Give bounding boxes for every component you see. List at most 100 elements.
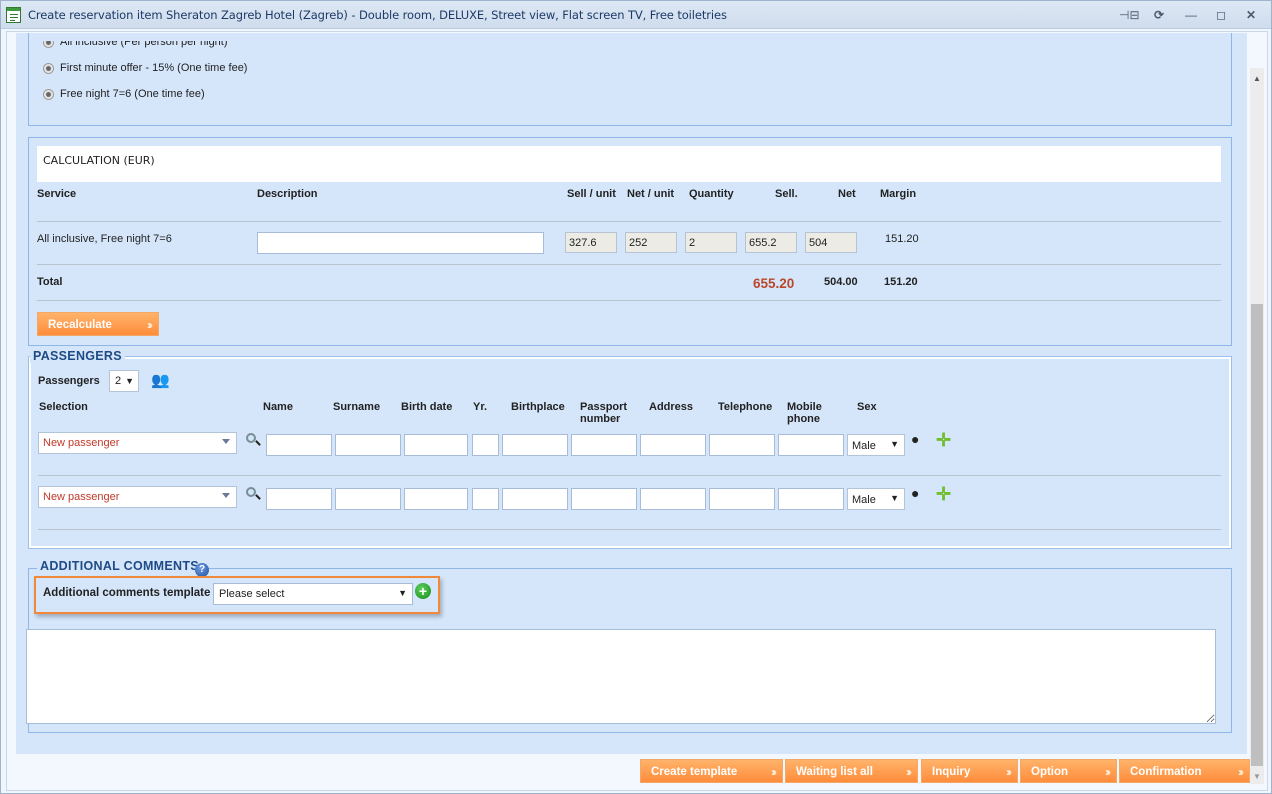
move-icon[interactable]: ✛ [936, 485, 952, 503]
passport-input[interactable] [571, 434, 637, 456]
radio-button[interactable] [43, 88, 54, 100]
passenger-select[interactable]: New passenger [38, 432, 237, 454]
address-input[interactable] [640, 434, 706, 456]
button-label: Inquiry [932, 766, 971, 778]
col-description: Description [257, 188, 318, 200]
reservation-window: Create reservation item Sheraton Zagreb … [0, 0, 1272, 794]
search-icon[interactable] [246, 433, 261, 447]
total-margin: 151.20 [884, 276, 918, 288]
close-button[interactable]: ✕ [1241, 6, 1261, 24]
remove-passenger-icon[interactable]: ● [911, 485, 925, 501]
supplement-option[interactable]: First minute offer - 15% (One time fee) [43, 62, 247, 74]
sex-select[interactable]: Male ▼ [847, 434, 905, 456]
birthplace-input[interactable] [502, 434, 568, 456]
template-select[interactable]: Please select ▼ [213, 583, 413, 605]
year-input[interactable] [472, 434, 499, 456]
divider [38, 529, 1221, 530]
button-label: Create template [651, 766, 738, 778]
mobile-input[interactable] [778, 488, 844, 510]
col-margin: Margin [880, 188, 917, 200]
minimize-button[interactable]: — [1181, 6, 1201, 24]
dropdown-arrow-icon: ▼ [398, 588, 407, 598]
inquiry-button[interactable]: Inquiry ››› [921, 759, 1018, 783]
waiting-list-all-button[interactable]: Waiting list all ››› [785, 759, 918, 783]
year-input[interactable] [472, 488, 499, 510]
confirmation-button[interactable]: Confirmation ››› [1119, 759, 1250, 783]
template-label: Additional comments template [43, 587, 211, 599]
telephone-input[interactable] [709, 434, 775, 456]
col-surname: Surname [333, 401, 381, 413]
passenger-select[interactable]: New passenger [38, 486, 237, 508]
help-icon[interactable]: ? [195, 563, 209, 577]
supplement-label: Free night 7=6 (One time fee) [60, 88, 205, 100]
button-label: Option [1031, 766, 1069, 778]
net-field: 504 [805, 232, 857, 253]
address-input[interactable] [640, 488, 706, 510]
refresh-icon[interactable]: ⟳ [1149, 6, 1169, 24]
col-net: Net [838, 188, 856, 200]
remove-passengers-icon[interactable]: 👥 [151, 371, 170, 389]
divider [37, 221, 1221, 222]
row-service: All inclusive, Free night 7=6 [37, 233, 172, 245]
sex-select[interactable]: Male ▼ [847, 488, 905, 510]
form-icon [6, 7, 21, 23]
comments-legend: ADDITIONAL COMMENTS [37, 559, 202, 573]
supplement-option[interactable]: Free night 7=6 (One time fee) [43, 88, 205, 100]
search-icon[interactable] [246, 487, 261, 501]
name-input[interactable] [266, 488, 332, 510]
birthplace-input[interactable] [502, 488, 568, 510]
description-input[interactable] [257, 232, 544, 254]
vertical-scrollbar[interactable]: ▲ ▼ [1250, 68, 1264, 784]
double-chevron-icon: ››› [906, 765, 912, 779]
move-icon[interactable]: ✛ [936, 431, 952, 449]
scrollbar-thumb[interactable] [1251, 304, 1263, 766]
birth-date-input[interactable] [404, 488, 468, 510]
passenger-select-value: New passenger [43, 437, 120, 449]
passenger-select-value: New passenger [43, 491, 120, 503]
passengers-count-value: 2 [115, 375, 122, 387]
calculation-title: CALCULATION (EUR) [37, 146, 1221, 182]
scroll-content: All inclusive (Per person per night) Fir… [16, 33, 1247, 754]
name-input[interactable] [266, 434, 332, 456]
passengers-legend: PASSENGERS [30, 349, 125, 363]
birth-date-input[interactable] [404, 434, 468, 456]
recalculate-button[interactable]: Recalculate ››› [37, 312, 159, 336]
sell-field: 655.2 [745, 232, 797, 253]
surname-input[interactable] [335, 488, 401, 510]
col-address: Address [649, 401, 694, 413]
col-yr: Yr. [473, 401, 488, 413]
maximize-button[interactable]: ◻ [1211, 6, 1231, 24]
remove-passenger-icon[interactable]: ● [911, 431, 925, 447]
sell-unit-field: 327.6 [565, 232, 617, 253]
col-birth-date: Birth date [401, 401, 453, 413]
col-sex: Sex [857, 401, 877, 413]
passport-input[interactable] [571, 488, 637, 510]
scroll-down-icon[interactable]: ▼ [1250, 770, 1264, 784]
supplements-panel: All inclusive (Per person per night) Fir… [28, 33, 1232, 126]
dropdown-arrow-icon [222, 439, 230, 444]
pin-icon[interactable]: ⊣⊟ [1119, 6, 1140, 24]
create-template-button[interactable]: Create template ››› [640, 759, 783, 783]
double-chevron-icon: ››› [1238, 765, 1244, 779]
surname-input[interactable] [335, 434, 401, 456]
total-net: 504.00 [824, 276, 858, 288]
mobile-input[interactable] [778, 434, 844, 456]
dropdown-arrow-icon [222, 493, 230, 498]
scroll-up-icon[interactable]: ▲ [1250, 72, 1264, 86]
window-title: Create reservation item Sheraton Zagreb … [28, 8, 727, 22]
radio-button[interactable] [43, 62, 54, 74]
add-template-icon[interactable]: + [415, 583, 431, 599]
col-name: Name [263, 401, 293, 413]
double-chevron-icon: ››› [147, 318, 153, 332]
col-passport: Passport number [580, 401, 628, 425]
passengers-count-select[interactable]: 2 ▼ [109, 370, 139, 392]
radio-button[interactable] [43, 41, 54, 48]
telephone-input[interactable] [709, 488, 775, 510]
supplement-option[interactable]: All inclusive (Per person per night) [43, 41, 228, 48]
col-sell-unit: Sell / unit [567, 188, 616, 200]
sex-value: Male [852, 440, 876, 452]
passengers-panel: PASSENGERS Passengers 2 ▼ 👥 Selection Nam… [28, 349, 1232, 549]
row-margin: 151.20 [885, 233, 919, 245]
comments-textarea[interactable] [26, 629, 1216, 724]
option-button[interactable]: Option ››› [1020, 759, 1117, 783]
